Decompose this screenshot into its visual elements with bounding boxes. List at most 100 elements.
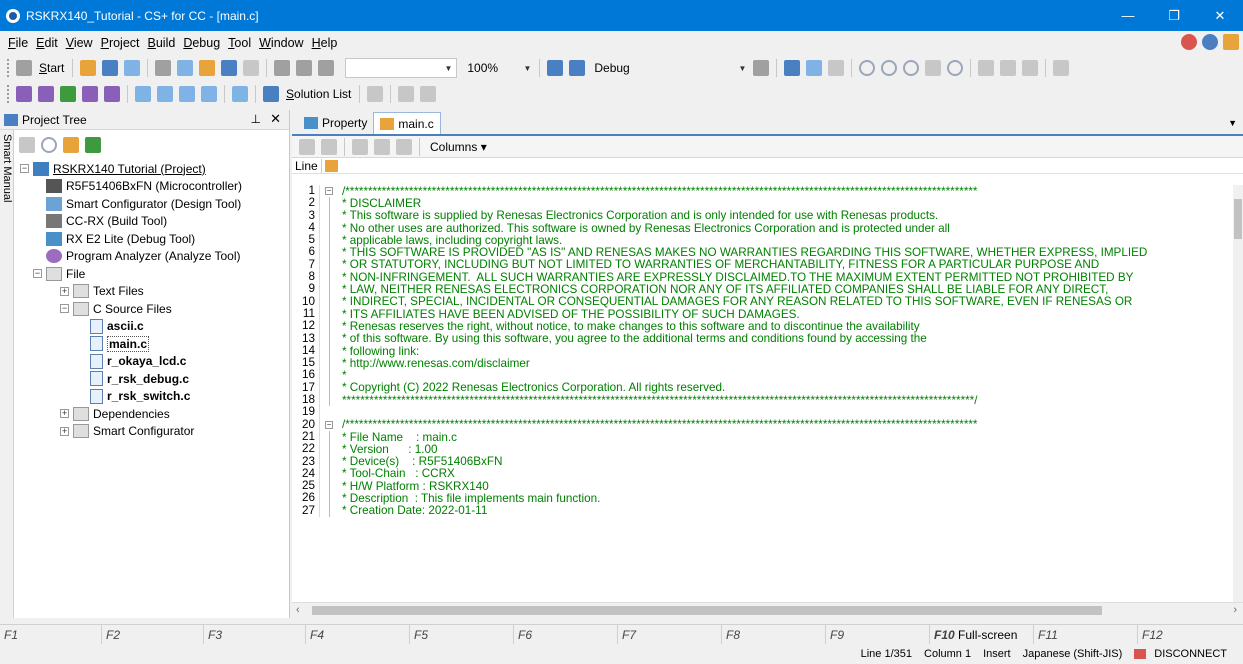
back-icon[interactable] (396, 138, 412, 155)
code-line[interactable]: 19 (292, 406, 1232, 419)
build-mode-combo[interactable]: Debug ▼ (590, 58, 750, 78)
step-in-icon[interactable] (978, 60, 995, 76)
tree-node-dependencies[interactable]: + Dependencies (16, 405, 288, 423)
tree-node-r-rsk-debug-c[interactable]: r_rsk_debug.c (16, 370, 288, 388)
user-icon[interactable] (63, 137, 79, 153)
step-over-icon[interactable] (1000, 60, 1017, 76)
code-line[interactable]: 10 * INDIRECT, SPECIAL, INCIDENTAL OR CON… (292, 295, 1232, 308)
menu-project[interactable]: Project (97, 36, 144, 50)
fkey-f12[interactable]: F12 (1138, 625, 1243, 645)
go-icon[interactable] (881, 60, 898, 76)
code-line[interactable]: 27 * Creation Date: 2022-01-11 (292, 504, 1232, 517)
find-icon[interactable] (274, 60, 291, 76)
tree-node-project[interactable]: − RSKRX140 Tutorial (Project) (16, 160, 288, 178)
pin-icon[interactable]: ⊥ (251, 112, 261, 126)
scroll-left-icon[interactable]: ‹ (296, 604, 300, 616)
tree-node-analyze-tool[interactable]: Program Analyzer (Analyze Tool) (16, 248, 288, 266)
jump-arrow-icon[interactable] (352, 138, 368, 155)
code-line[interactable]: 14 * following link: (292, 344, 1232, 357)
extension-icon[interactable] (1223, 34, 1239, 50)
zoom-combo[interactable]: 100% ▼ (463, 58, 535, 78)
paste-icon[interactable] (199, 60, 216, 76)
expand-icon[interactable]: + (60, 426, 69, 436)
code-area[interactable]: 1−/*************************************… (292, 185, 1232, 602)
code-line[interactable]: 2 * DISCLAIMER (292, 196, 1232, 209)
tree-node-r-rsk-switch-c[interactable]: r_rsk_switch.c (16, 388, 288, 406)
code-line[interactable]: 4 * No other uses are authorized. This so… (292, 221, 1232, 234)
tree-node-smart-configurator[interactable]: + Smart Configurator (16, 423, 288, 441)
tree-node-debug-tool[interactable]: RX E2 Lite (Debug Tool) (16, 230, 288, 248)
tree-node-file[interactable]: − File (16, 265, 288, 283)
panel-icon-10[interactable] (232, 86, 248, 102)
code-line[interactable]: 24 * Tool-Chain : CCRX (292, 467, 1232, 480)
panel-icon-13[interactable] (420, 86, 437, 102)
fold-collapse-icon[interactable]: − (325, 420, 333, 429)
add-file-icon[interactable] (85, 137, 101, 153)
menu-build[interactable]: Build (144, 36, 180, 50)
tree-node-ascii-c[interactable]: ascii.c (16, 318, 288, 336)
code-line[interactable]: 18 **************************************… (292, 393, 1232, 406)
code-line[interactable]: 1− /*************************************… (292, 185, 1232, 198)
fkey-f8[interactable]: F8 (722, 625, 826, 645)
disconnect-icon[interactable] (1053, 60, 1070, 76)
copy-icon[interactable] (177, 60, 194, 76)
code-line[interactable]: 6 * THIS SOFTWARE IS PROVIDED "AS IS" AND… (292, 246, 1232, 259)
code-line[interactable]: 7 * OR STATUTORY, INCLUDING BUT NOT LIMIT… (292, 258, 1232, 271)
panel-icon-5[interactable] (104, 86, 120, 102)
fkey-f4[interactable]: F4 (306, 625, 410, 645)
code-line[interactable]: 25 * H/W Platform : RSKRX140 (292, 479, 1232, 492)
jump-icon[interactable] (318, 60, 335, 76)
sort-icon[interactable] (19, 137, 35, 153)
code-line[interactable]: 9 * LAW, NEITHER RENESAS ELECTRONICS CORP… (292, 283, 1232, 296)
tree-node-c-source-files[interactable]: − C Source Files (16, 300, 288, 318)
toolbar-grip[interactable] (7, 59, 10, 77)
fkey-f7[interactable]: F7 (618, 625, 722, 645)
fkey-f11[interactable]: F11 (1034, 625, 1138, 645)
tree-node-smart-configurator-tool[interactable]: Smart Configurator (Design Tool) (16, 195, 288, 213)
panel-icon-12[interactable] (398, 86, 415, 102)
code-line[interactable]: 17 * Copyright (C) 2022 Renesas Electroni… (292, 381, 1232, 394)
start-button[interactable]: Start (39, 61, 64, 75)
fkey-f5[interactable]: F5 (410, 625, 514, 645)
tree-node-text-files[interactable]: + Text Files (16, 283, 288, 301)
return-icon[interactable] (947, 60, 964, 76)
fold-collapse-icon[interactable]: − (325, 187, 333, 195)
expand-icon[interactable]: + (60, 286, 69, 296)
code-line[interactable]: 15 * http://www.renesas.com/disclaimer (292, 356, 1232, 369)
step-out-icon[interactable] (1022, 60, 1039, 76)
tree-node-build-tool[interactable]: CC-RX (Build Tool) (16, 213, 288, 231)
code-line[interactable]: 5 * applicable laws, including copyright … (292, 233, 1232, 246)
bookmark-next-icon[interactable] (321, 138, 337, 155)
code-line[interactable]: 26 * Description : This file implements m… (292, 492, 1232, 505)
panel-icon-8[interactable] (179, 86, 195, 102)
collapse-icon[interactable]: − (33, 269, 42, 279)
run-icon[interactable] (903, 60, 920, 76)
panel-icon-7[interactable] (157, 86, 173, 102)
menu-tool[interactable]: Tool (224, 36, 255, 50)
rebuild-icon[interactable] (569, 60, 586, 76)
code-line[interactable]: 22 * Version : 1.00 (292, 442, 1232, 455)
search-combo[interactable]: ▼ (345, 58, 458, 78)
fkey-f10[interactable]: F10 Full-screen (930, 625, 1034, 645)
code-line[interactable]: 8 * NON-INFRINGEMENT. ALL SUCH WARRANTIES… (292, 270, 1232, 283)
columns-dropdown[interactable]: Columns ▾ (430, 140, 487, 154)
panel-icon-1[interactable] (16, 86, 32, 102)
code-line[interactable]: 20−/************************************… (292, 418, 1232, 431)
solution-list-button[interactable]: Solution List (286, 87, 351, 101)
code-line[interactable]: 3 * This software is supplied by Renesas … (292, 209, 1232, 222)
code-line[interactable]: 23 * Device(s) : R5F51406BxFN (292, 455, 1232, 468)
fkey-f9[interactable]: F9 (826, 625, 930, 645)
fkey-f1[interactable]: F1 (0, 625, 102, 645)
tree-node-microcontroller[interactable]: R5F51406BxFN (Microcontroller) (16, 178, 288, 196)
expand-icon[interactable]: + (60, 409, 69, 419)
horizontal-scrollbar[interactable]: ‹ › (292, 602, 1243, 618)
tree-node-main-c[interactable]: main.c (16, 335, 288, 353)
restart-icon[interactable] (925, 60, 942, 76)
minimize-button[interactable]: — (1105, 0, 1151, 31)
help-globe-icon[interactable] (1202, 34, 1218, 50)
panel-icon-6[interactable] (135, 86, 151, 102)
download-icon[interactable] (784, 60, 801, 76)
stop-icon[interactable] (859, 60, 876, 76)
fkey-f3[interactable]: F3 (204, 625, 306, 645)
panel-icon-9[interactable] (201, 86, 217, 102)
